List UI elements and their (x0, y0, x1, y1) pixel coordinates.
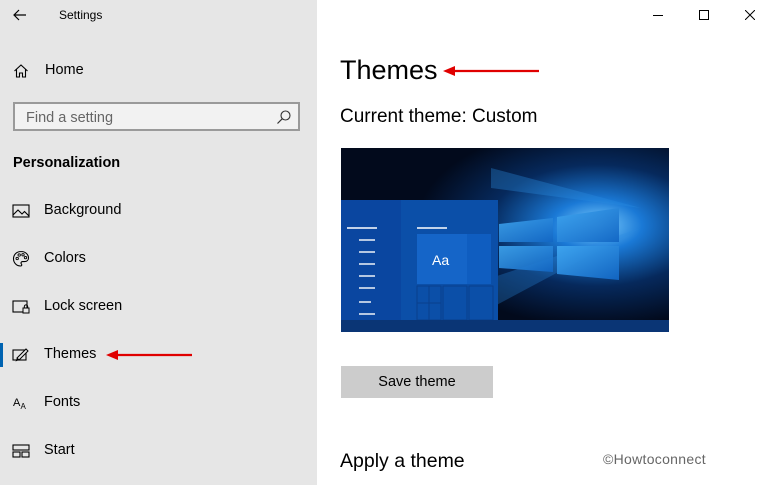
picture-icon (12, 202, 30, 220)
annotation-arrow-icon (106, 350, 192, 360)
svg-text:A: A (21, 402, 27, 411)
preview-sample-text: Aa (432, 252, 449, 268)
sidebar-item-start[interactable]: Start (0, 431, 317, 471)
title-bar: Settings (0, 0, 317, 32)
search-box[interactable] (13, 102, 300, 131)
sidebar-item-label: Themes (44, 346, 97, 362)
back-arrow-icon (13, 9, 26, 21)
minimize-button[interactable] (635, 0, 681, 30)
apply-theme-heading: Apply a theme (340, 450, 465, 472)
palette-icon (12, 250, 30, 268)
nav-home-label: Home (45, 62, 84, 78)
app-title: Settings (59, 8, 103, 22)
current-theme-label: Current theme: Custom (340, 106, 538, 127)
sidebar-item-label: Fonts (44, 394, 81, 410)
maximize-icon (699, 10, 709, 20)
maximize-button[interactable] (681, 0, 727, 30)
sidebar-item-fonts[interactable]: A A Fonts (0, 383, 317, 423)
home-icon (12, 62, 30, 80)
sidebar-item-colors[interactable]: Colors (0, 239, 317, 279)
search-input[interactable] (24, 108, 268, 128)
theme-preview[interactable]: Aa (341, 148, 669, 332)
brush-icon (12, 346, 30, 364)
sidebar-item-background[interactable]: Background (0, 191, 317, 231)
sidebar-item-label: Colors (44, 250, 86, 266)
page-title: Themes (340, 55, 438, 85)
start-tiles-icon (12, 442, 30, 460)
sidebar-item-label: Background (44, 202, 122, 218)
selection-indicator (0, 343, 3, 367)
minimize-icon (653, 15, 663, 16)
sidebar: Settings Home Personalization Background (0, 0, 317, 485)
watermark: ©Howtoconnect (603, 451, 706, 467)
back-button[interactable] (6, 2, 34, 28)
theme-preview-image: Aa (341, 148, 669, 332)
save-theme-button[interactable]: Save theme (341, 366, 493, 398)
close-button[interactable] (727, 0, 769, 30)
sidebar-item-label: Lock screen (44, 298, 123, 314)
annotation-arrow-icon (443, 66, 539, 76)
sidebar-item-label: Start (44, 442, 75, 458)
search-icon (277, 110, 291, 124)
sidebar-item-lock-screen[interactable]: Lock screen (0, 287, 317, 327)
section-title: Personalization (13, 155, 121, 171)
close-icon (745, 10, 755, 20)
lock-screen-icon (12, 298, 30, 316)
nav-home[interactable]: Home (0, 51, 317, 91)
font-icon: A A (12, 394, 30, 412)
